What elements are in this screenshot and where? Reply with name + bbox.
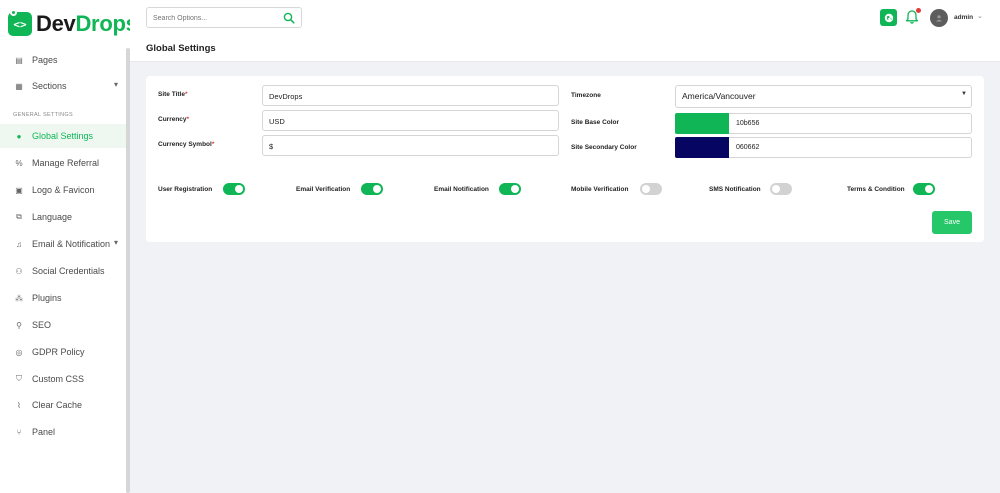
- email-notification-toggle[interactable]: [499, 183, 521, 195]
- sections-icon: ▦: [15, 81, 23, 91]
- sidebar-item-label: Global Settings: [32, 131, 94, 141]
- plugins-icon: ⁂: [15, 293, 23, 303]
- pages-icon: ▤: [15, 55, 23, 65]
- globe-icon: ●: [16, 131, 22, 141]
- sidebar-item-label: Logo & Favicon: [32, 185, 95, 195]
- brand-logo[interactable]: <> DevDrops: [8, 9, 138, 38]
- logo-mark-icon: <>: [8, 9, 32, 36]
- site-base-color-swatch[interactable]: [675, 113, 729, 134]
- mobile-verification-toggle[interactable]: [640, 183, 662, 195]
- sidebar-item-seo[interactable]: ⚲ SEO: [0, 313, 126, 337]
- social-icon: ⚇: [15, 266, 23, 276]
- language-icon: ⧉: [16, 212, 22, 221]
- percent-icon: %: [15, 158, 23, 168]
- email-notification-label: Email Notification: [434, 186, 489, 193]
- sidebar-item-social-credentials[interactable]: ⚇ Social Credentials: [0, 259, 126, 283]
- terms-condition-toggle[interactable]: [913, 183, 935, 195]
- email-verification-toggle[interactable]: [361, 183, 383, 195]
- bell-icon: ♫: [16, 239, 22, 249]
- sidebar-item-label: Sections: [32, 81, 67, 91]
- site-title-input[interactable]: DevDrops: [262, 85, 559, 106]
- timezone-select[interactable]: America/Vancouver ▼: [675, 85, 972, 108]
- timezone-value: America/Vancouver: [682, 91, 756, 101]
- email-verification-label: Email Verification: [296, 186, 351, 193]
- search-icon[interactable]: [283, 12, 295, 24]
- sidebar-item-label: Email & Notification: [32, 239, 111, 249]
- sidebar-item-label: Custom CSS: [32, 374, 85, 384]
- branch-icon: ⑂: [16, 427, 22, 437]
- sidebar-item-label: Pages: [32, 55, 58, 65]
- site-secondary-color-label: Site Secondary Color: [571, 144, 637, 151]
- site-base-color-input[interactable]: 10b656: [729, 113, 972, 134]
- user-name[interactable]: admin: [954, 14, 973, 21]
- user-registration-toggle[interactable]: [223, 183, 245, 195]
- notification-badge: [916, 8, 921, 13]
- currency-symbol-label: Currency Symbol*: [158, 141, 215, 148]
- avatar[interactable]: [930, 9, 948, 27]
- search-input[interactable]: [153, 12, 273, 24]
- visit-site-button[interactable]: [880, 9, 897, 26]
- sidebar: <> DevDrops ▤ Pages ▦ Sections ▾ GENERAL…: [0, 0, 138, 493]
- mobile-verification-label: Mobile Verification: [571, 186, 629, 193]
- site-base-color-label: Site Base Color: [571, 119, 620, 126]
- sidebar-item-label: Plugins: [32, 293, 62, 303]
- sidebar-item-label: SEO: [32, 320, 52, 330]
- terms-condition-label: Terms & Condition: [847, 186, 905, 193]
- chevron-down-icon: ▼: [961, 91, 967, 97]
- sidebar-item-plugins[interactable]: ⁂ Plugins: [0, 286, 126, 310]
- sidebar-item-language[interactable]: ⧉ Language: [0, 205, 126, 229]
- chevron-down-icon: ▾: [113, 80, 118, 89]
- user-registration-label: User Registration: [158, 186, 213, 193]
- sidebar-item-email-notification[interactable]: ♫ Email & Notification ▾: [0, 232, 126, 256]
- search-box: [146, 7, 302, 28]
- top-bar: Global Settings admin ⌄: [130, 0, 1000, 62]
- sidebar-item-label: Clear Cache: [32, 400, 83, 410]
- sidebar-item-custom-css[interactable]: ⛉ Custom CSS: [0, 367, 126, 391]
- currency-input[interactable]: USD: [262, 110, 559, 131]
- sms-notification-label: SMS Notification: [709, 186, 761, 193]
- currency-label: Currency*: [158, 116, 190, 123]
- site-title-label: Site Title*: [158, 91, 188, 98]
- sidebar-item-pages[interactable]: ▤ Pages: [0, 48, 126, 72]
- sidebar-scrollbar[interactable]: [126, 48, 130, 493]
- sidebar-item-panel[interactable]: ⑂ Panel: [0, 420, 126, 444]
- sidebar-heading: GENERAL SETTINGS: [13, 112, 73, 118]
- sidebar-item-manage-referral[interactable]: % Manage Referral: [0, 151, 126, 175]
- sidebar-item-label: Manage Referral: [32, 158, 100, 168]
- sidebar-item-label: GDPR Policy: [32, 347, 85, 357]
- sidebar-item-global-settings[interactable]: ● Global Settings: [0, 124, 126, 148]
- sidebar-item-clear-cache[interactable]: ⌇ Clear Cache: [0, 393, 126, 417]
- sidebar-item-label: Social Credentials: [32, 266, 105, 276]
- global-settings-card: Site Title* DevDrops Currency* USD Curre…: [146, 76, 984, 242]
- seo-icon: ⚲: [16, 320, 22, 330]
- site-secondary-color-input[interactable]: 060662: [729, 137, 972, 158]
- site-secondary-color-swatch[interactable]: [675, 137, 729, 158]
- sidebar-item-sections[interactable]: ▦ Sections ▾: [0, 74, 126, 98]
- page-title: Global Settings: [146, 43, 216, 54]
- sidebar-item-label: Panel: [32, 427, 56, 437]
- save-button[interactable]: Save: [932, 211, 972, 234]
- chevron-down-icon[interactable]: ⌄: [977, 12, 983, 20]
- broom-icon: ⌇: [17, 400, 21, 410]
- timezone-label: Timezone: [571, 92, 601, 99]
- brand-name: DevDrops: [36, 11, 138, 36]
- sidebar-item-gdpr-policy[interactable]: ◎ GDPR Policy: [0, 340, 126, 364]
- globe-icon: [884, 13, 893, 22]
- sidebar-item-logo-favicon[interactable]: ▣ Logo & Favicon: [0, 178, 126, 202]
- sidebar-item-label: Language: [32, 212, 73, 222]
- css-icon: ⛉: [16, 374, 22, 383]
- chevron-down-icon: ▾: [113, 238, 118, 247]
- sms-notification-toggle[interactable]: [770, 183, 792, 195]
- gdpr-icon: ◎: [15, 347, 23, 357]
- user-icon: [936, 15, 942, 22]
- image-icon: ▣: [15, 185, 23, 195]
- currency-symbol-input[interactable]: $: [262, 135, 559, 156]
